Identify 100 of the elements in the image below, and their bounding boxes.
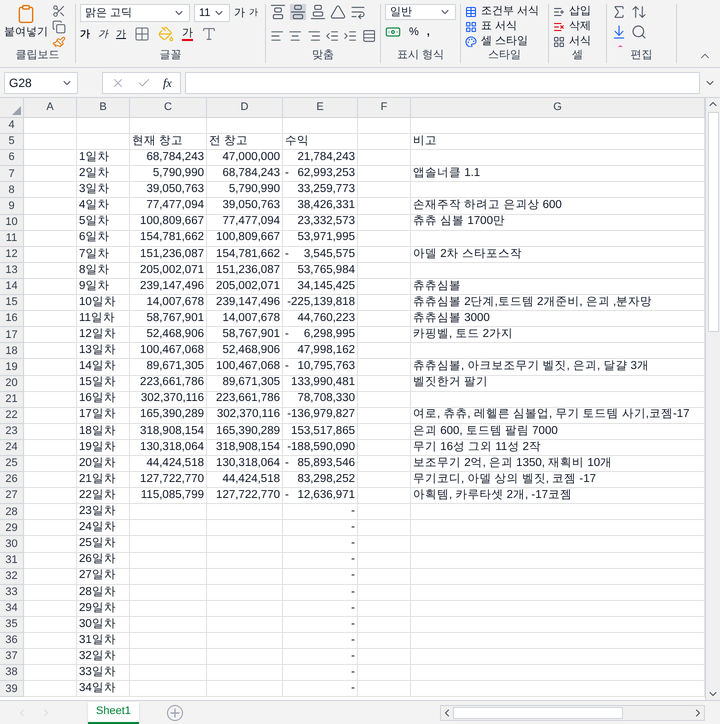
empty-cell <box>358 584 411 601</box>
row-header[interactable]: 8 <box>0 182 24 198</box>
row-header[interactable]: 21 <box>0 392 24 408</box>
orientation-icon[interactable] <box>330 4 346 20</box>
row-header[interactable]: 29 <box>0 520 24 536</box>
row-header[interactable]: 31 <box>0 552 24 569</box>
row-header[interactable]: 28 <box>0 504 24 520</box>
align-middle-icon[interactable] <box>290 4 306 20</box>
cell-menu-button[interactable]: 삭제 <box>553 19 591 34</box>
row-header[interactable]: 22 <box>0 408 24 424</box>
row-header[interactable]: 14 <box>0 278 24 296</box>
row-header[interactable]: 24 <box>0 440 24 456</box>
row-header[interactable]: 32 <box>0 568 24 585</box>
column-header[interactable]: E <box>283 98 358 118</box>
cut-icon[interactable] <box>52 4 66 18</box>
empty-cell <box>358 440 411 456</box>
table-cell: 83,298,252 <box>283 472 358 488</box>
row-header[interactable]: 15 <box>0 295 24 312</box>
horizontal-scrollbar[interactable] <box>440 704 705 720</box>
row-header[interactable]: 35 <box>0 616 24 633</box>
row-header[interactable]: 7 <box>0 166 24 182</box>
name-box[interactable]: G28 <box>4 72 78 94</box>
empty-cell <box>358 278 411 296</box>
align-top-icon[interactable] <box>270 4 286 20</box>
table-cell: 58,767,901 <box>130 311 207 328</box>
row-header[interactable]: 19 <box>0 359 24 376</box>
column-header[interactable]: G <box>411 98 705 118</box>
align-bottom-icon[interactable] <box>310 4 326 20</box>
comma-button[interactable]: , <box>426 24 430 40</box>
merge-icon[interactable] <box>362 28 376 44</box>
column-header[interactable]: D <box>207 98 283 118</box>
table-cell: 100,467,068 <box>130 343 207 360</box>
row-header[interactable]: 39 <box>0 681 24 698</box>
row-header[interactable]: 23 <box>0 424 24 440</box>
table-cell: 302,370,116 <box>207 408 283 424</box>
row-header[interactable]: 13 <box>0 262 24 279</box>
empty-cell <box>358 424 411 440</box>
column-header[interactable]: C <box>130 98 207 118</box>
row-header[interactable]: 36 <box>0 633 24 650</box>
scroll-thumb[interactable] <box>453 706 623 718</box>
style-menu-button[interactable]: 셀 스타일 <box>465 34 540 46</box>
font-size-field[interactable]: 11 <box>194 4 230 22</box>
wrap-text-icon[interactable] <box>350 4 366 20</box>
table-cell: 47,000,000 <box>207 150 283 166</box>
row-header[interactable]: 27 <box>0 488 24 504</box>
grow-font-button[interactable]: 가 <box>234 4 245 22</box>
formula-input[interactable] <box>184 72 700 94</box>
insert-function-button[interactable]: fx <box>163 74 172 92</box>
row-header[interactable]: 12 <box>0 246 24 263</box>
row-header[interactable]: 37 <box>0 649 24 666</box>
italic-button[interactable]: 가 <box>98 26 108 42</box>
shrink-font-button[interactable]: 가 <box>249 6 258 20</box>
column-header[interactable]: A <box>24 98 77 118</box>
row-header[interactable]: 4 <box>0 118 24 134</box>
table-cell: 77,477,094 <box>207 214 283 231</box>
row-header[interactable]: 26 <box>0 472 24 488</box>
table-cell: 3일차 <box>77 182 130 198</box>
empty-cell <box>358 166 411 182</box>
row-header[interactable]: 17 <box>0 327 24 344</box>
scroll-thumb[interactable] <box>708 112 718 332</box>
row-header[interactable]: 18 <box>0 343 24 360</box>
fill-color-icon[interactable] <box>158 26 174 42</box>
underline-button[interactable]: 가 <box>116 26 126 42</box>
table-cell: - <box>283 600 358 617</box>
fill-icon[interactable] <box>611 24 627 40</box>
row-header[interactable]: 20 <box>0 376 24 392</box>
empty-cell <box>358 536 411 553</box>
row-header[interactable]: 10 <box>0 214 24 231</box>
row-header[interactable]: 11 <box>0 230 24 247</box>
row-header[interactable]: 9 <box>0 198 24 215</box>
font-name-field[interactable]: 맑은 고딕 <box>80 4 190 22</box>
row-header[interactable]: 33 <box>0 584 24 601</box>
search-icon[interactable] <box>631 24 647 40</box>
column-header[interactable]: B <box>77 98 130 118</box>
sort-icon[interactable] <box>631 4 647 20</box>
font-color-button[interactable]: 가 <box>182 28 193 40</box>
style-menu-button[interactable]: 조건부 서식 <box>465 4 540 19</box>
table-cell: 앱솔너클 1.1 <box>411 166 705 182</box>
row-header[interactable]: 38 <box>0 665 24 682</box>
sheet-tab[interactable]: Sheet1 <box>88 702 139 724</box>
row-header[interactable]: 30 <box>0 536 24 553</box>
vertical-scrollbar[interactable] <box>705 98 720 700</box>
cell-menu-button[interactable]: 삽입 <box>553 4 591 19</box>
number-format-field[interactable]: 일반 <box>385 4 456 20</box>
paintbrush-icon[interactable] <box>52 36 66 46</box>
column-header[interactable]: F <box>358 98 411 118</box>
percent-button[interactable]: % <box>409 24 419 40</box>
style-menu-button[interactable]: 표 서식 <box>465 19 540 34</box>
row-header[interactable]: 25 <box>0 456 24 472</box>
paste-button[interactable]: 붙여넣기 <box>4 4 48 46</box>
row-header[interactable]: 34 <box>0 600 24 617</box>
row-header[interactable]: 5 <box>0 134 24 150</box>
border-icon[interactable] <box>134 26 150 42</box>
cell-menu-button[interactable]: 서식 <box>553 34 591 46</box>
row-header[interactable]: 16 <box>0 311 24 328</box>
bold-button[interactable]: 가 <box>80 26 90 42</box>
table-cell: 53,971,995 <box>283 230 358 247</box>
row-header[interactable]: 6 <box>0 150 24 166</box>
table-cell: 26일차 <box>77 552 130 569</box>
copy-icon[interactable] <box>52 20 66 34</box>
